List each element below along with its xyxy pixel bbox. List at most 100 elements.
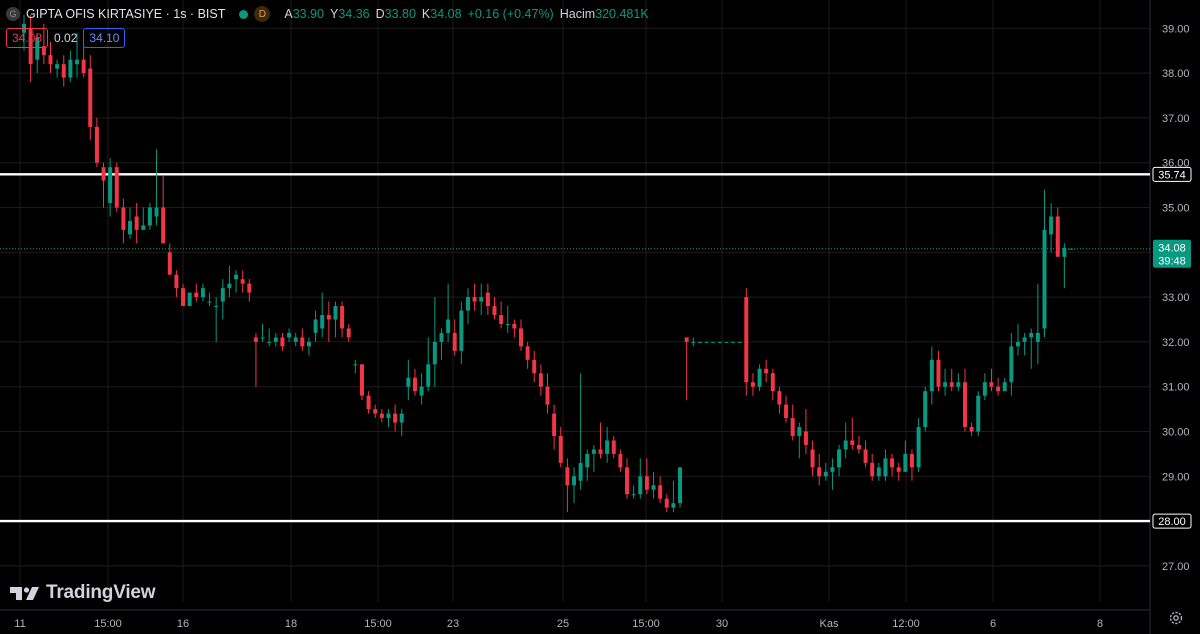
y-tick-label: 33.00 [1162, 292, 1190, 304]
y-tick-label: 30.00 [1162, 427, 1190, 439]
candle-body [750, 382, 755, 387]
candle-body [671, 503, 676, 508]
volume-value: 320.481K [595, 7, 649, 21]
candle-body [108, 167, 113, 204]
close-label: K [421, 7, 431, 21]
candle-body [764, 368, 769, 374]
candle-body [532, 359, 537, 374]
x-tick-label: 12:00 [892, 618, 920, 630]
candle-body [943, 382, 948, 387]
x-tick-label: 30 [716, 618, 728, 630]
candle-body [658, 485, 663, 499]
candle-body [267, 341, 272, 343]
x-tick-label: 23 [447, 618, 459, 630]
candle-body [81, 59, 86, 74]
candle-body [492, 306, 497, 316]
candle-body [996, 386, 1001, 392]
candle-body [512, 323, 517, 329]
candle-body [1015, 341, 1020, 347]
candle-body [366, 395, 371, 410]
candle-body [876, 467, 881, 477]
y-tick-label: 32.00 [1162, 337, 1190, 349]
candle-body [552, 413, 557, 436]
candle-body [61, 64, 66, 78]
candle-body [1062, 247, 1067, 257]
high-value: 34.36 [338, 7, 370, 21]
candle-body [810, 449, 815, 468]
candle-body [1002, 382, 1007, 392]
x-tick-label: 15:00 [632, 618, 660, 630]
candle-body [790, 418, 795, 436]
candle-body [909, 453, 914, 468]
candle-body [618, 453, 623, 468]
y-tick-label: 37.00 [1162, 113, 1190, 125]
candle-body [114, 167, 119, 208]
close-value: 34.08 [430, 7, 462, 21]
candle-body [578, 462, 583, 481]
candle-body [346, 328, 351, 338]
candle-body [691, 341, 696, 343]
candle-body [187, 292, 192, 307]
y-tick-label: 39.00 [1162, 23, 1190, 35]
symbol-title[interactable]: GIPTA OFIS KIRTASIYE · 1s · BIST [26, 7, 225, 21]
candle-body [432, 341, 437, 365]
candle-body [1009, 346, 1014, 383]
candle-body [300, 337, 305, 347]
chart-background [0, 0, 1200, 634]
candle-body [326, 315, 331, 320]
candle-body [419, 386, 424, 396]
open-label: A [284, 7, 293, 21]
candle-body [638, 476, 643, 495]
candle-body [644, 476, 649, 490]
candle-body [194, 292, 199, 298]
candle-body [704, 341, 709, 343]
candle-body [273, 337, 278, 342]
candle-body [141, 225, 146, 230]
candle-body [154, 207, 159, 217]
candle-body [207, 301, 212, 303]
candle-body [446, 319, 451, 333]
candle-body [174, 274, 179, 289]
candle-body [545, 386, 550, 405]
low-label: D [375, 7, 385, 21]
candle-body [260, 337, 265, 339]
candle-body [896, 467, 901, 472]
tradingview-logo[interactable]: TradingView [10, 582, 156, 604]
symbol-logo-icon[interactable]: G [6, 7, 20, 21]
candle-body [605, 440, 610, 454]
low-value: 33.80 [384, 7, 416, 21]
candle-body [227, 283, 232, 289]
settings-gear-icon[interactable] [1168, 610, 1184, 626]
candle-body [784, 404, 789, 419]
candle-body [293, 337, 298, 342]
candle-body [121, 207, 126, 230]
x-tick-label: 11 [14, 618, 25, 630]
candle-body [777, 391, 782, 405]
candle-body [651, 485, 656, 490]
buy-price-button[interactable]: 34.10 [83, 28, 126, 48]
candle-body [75, 59, 80, 65]
candle-body [333, 306, 338, 320]
candle-body [1022, 337, 1027, 342]
candle-body [525, 346, 530, 360]
candle-body [1055, 216, 1060, 257]
y-tick-label: 38.00 [1162, 68, 1190, 80]
candle-body [823, 471, 828, 477]
horizontal-line-label: 35.74 [1158, 169, 1186, 181]
candle-body [830, 467, 835, 472]
market-delay-badge[interactable]: D [254, 6, 271, 22]
candle-body [697, 341, 702, 343]
candle-body [68, 59, 73, 78]
candle-body [737, 341, 742, 343]
candle-body [817, 467, 822, 477]
candle-body [472, 297, 477, 302]
candle-body [916, 427, 921, 468]
candle-body [956, 382, 961, 387]
candle-body [340, 306, 345, 329]
candle-body [479, 297, 484, 302]
candle-body [572, 476, 576, 486]
sell-price-button[interactable]: 34.08 [6, 28, 49, 48]
candle-body [406, 377, 411, 387]
price-chart[interactable]: 39.0038.0037.0036.0035.0034.0033.0032.00… [0, 0, 1200, 634]
candle-body [94, 126, 99, 163]
